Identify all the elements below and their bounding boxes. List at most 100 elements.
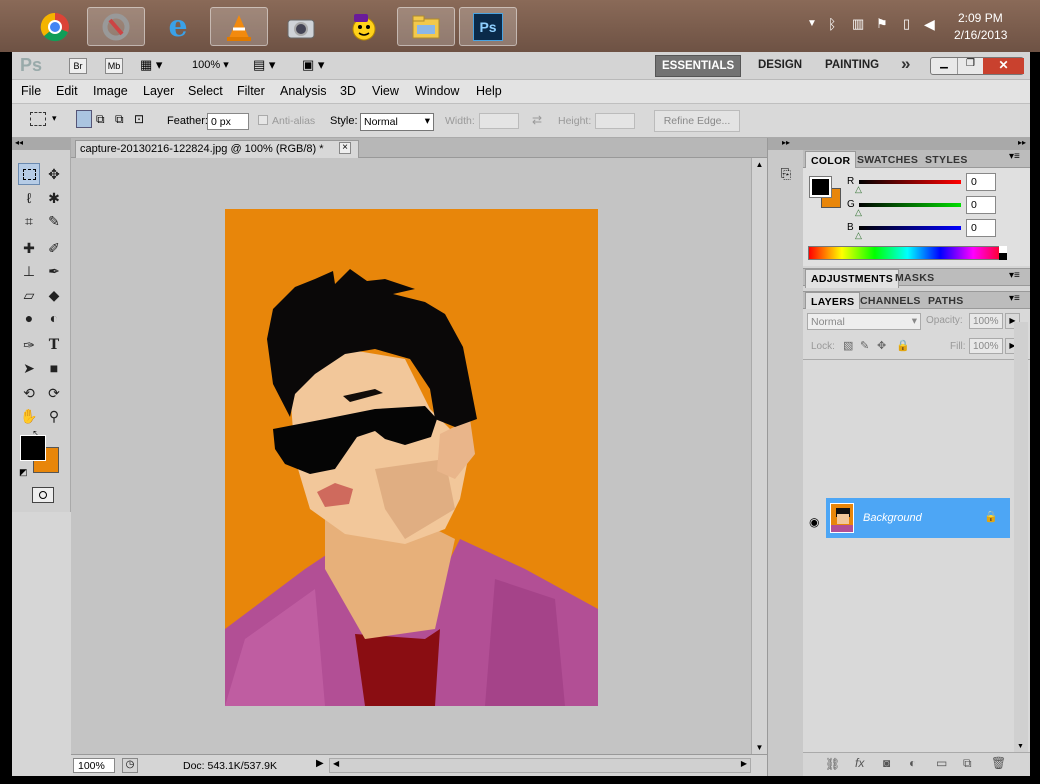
layer-row-background[interactable]: Background 🔒 xyxy=(826,498,1010,538)
close-document-button[interactable]: × xyxy=(339,142,351,154)
zoom-tool-icon[interactable]: ⚲ xyxy=(43,405,65,427)
minimize-button[interactable]: ▁ xyxy=(931,58,957,74)
fill-input[interactable]: 100% xyxy=(969,338,1003,354)
history-brush-tool-icon[interactable]: ✒ xyxy=(43,260,65,282)
dodge-tool-icon[interactable]: ◐ xyxy=(43,307,65,329)
add-mask-icon[interactable]: ◙ xyxy=(883,756,890,770)
type-tool-icon[interactable]: T xyxy=(43,334,65,356)
layer-name[interactable]: Background xyxy=(863,512,922,524)
crop-tool-icon[interactable]: ⌗ xyxy=(18,210,40,232)
status-menu-arrow-icon[interactable]: ▶ xyxy=(316,758,324,769)
chrome-icon[interactable] xyxy=(26,7,84,46)
channel-g-thumb-icon[interactable]: △ xyxy=(855,207,862,218)
layers-scroll-down-icon[interactable]: ▼ xyxy=(1017,743,1024,750)
channel-g-value[interactable]: 0 xyxy=(966,196,996,214)
screen-mode-button[interactable]: ▣ ▾ xyxy=(302,57,324,73)
menu-layer[interactable]: Layer xyxy=(143,84,174,98)
workspace-painting[interactable]: PAINTING xyxy=(819,55,885,75)
layers-menu-icon[interactable]: ▾≡ xyxy=(1009,293,1020,304)
channel-r-slider[interactable] xyxy=(859,180,961,184)
clock-date[interactable]: 2/16/2013 xyxy=(954,28,1007,42)
horizontal-scrollbar[interactable]: ◀ ▶ xyxy=(329,758,751,773)
clock-time[interactable]: 2:09 PM xyxy=(958,11,1003,25)
panel-menu-icon[interactable]: ▾≡ xyxy=(1009,151,1020,162)
new-group-icon[interactable]: ▭ xyxy=(936,756,947,770)
color-fg-swatch[interactable] xyxy=(809,176,832,198)
default-colors-icon[interactable]: ◩ xyxy=(19,467,28,478)
photoshop-taskbar-icon[interactable]: Ps xyxy=(459,7,517,46)
tab-masks[interactable]: MASKS xyxy=(890,269,939,287)
subtract-from-selection-button[interactable]: ⧉ xyxy=(115,112,124,127)
brush-tool-icon[interactable]: ✐ xyxy=(43,237,65,259)
delete-layer-icon[interactable]: 🗑 xyxy=(991,756,1006,770)
refine-edge-button[interactable]: Refine Edge... xyxy=(654,110,740,132)
vlc-icon[interactable] xyxy=(210,7,268,46)
layer-style-fx-icon[interactable]: fx xyxy=(855,756,864,770)
swap-dimensions-icon[interactable]: ⇄ xyxy=(532,113,542,127)
canvas-image[interactable] xyxy=(225,209,598,706)
network-error-icon[interactable]: ▥ xyxy=(852,16,864,32)
clone-stamp-tool-icon[interactable]: ⊥ xyxy=(18,260,40,282)
eyedropper-tool-icon[interactable]: ✎ xyxy=(43,210,65,232)
menu-select[interactable]: Select xyxy=(188,84,223,98)
vertical-scrollbar[interactable]: ▲ ▼ xyxy=(751,158,767,754)
channel-b-value[interactable]: 0 xyxy=(966,219,996,237)
tab-paths[interactable]: PATHS xyxy=(923,292,969,310)
new-selection-button[interactable] xyxy=(76,110,92,128)
action-center-icon[interactable]: ⚑ xyxy=(876,16,888,32)
tab-channels[interactable]: CHANNELS xyxy=(855,292,926,310)
feather-input[interactable] xyxy=(207,113,249,130)
zoom-level-dropdown[interactable]: 100% ▾ xyxy=(192,58,229,71)
internet-explorer-icon[interactable]: e xyxy=(149,7,207,46)
workspace-essentials[interactable]: ESSENTIALS xyxy=(655,55,742,77)
bridge-button[interactable]: Br xyxy=(69,58,87,74)
width-input[interactable] xyxy=(479,113,519,129)
scroll-up-icon[interactable]: ▲ xyxy=(752,160,767,169)
menu-edit[interactable]: Edit xyxy=(56,84,78,98)
lock-transparency-icon[interactable]: ▧ xyxy=(843,339,853,352)
hand-tool-icon[interactable]: ✋ xyxy=(18,405,40,427)
history-panel-icon[interactable]: ⎘ xyxy=(777,166,795,188)
adjustment-layer-icon[interactable]: ◐ xyxy=(909,756,916,770)
anti-alias-checkbox[interactable] xyxy=(258,115,268,125)
foreground-color-swatch[interactable] xyxy=(20,435,46,461)
new-layer-icon[interactable]: ⧉ xyxy=(963,756,972,771)
menu-filter[interactable]: Filter xyxy=(237,84,265,98)
menu-view[interactable]: View xyxy=(372,84,399,98)
workspace-design[interactable]: DESIGN xyxy=(752,55,808,75)
scroll-right-icon[interactable]: ▶ xyxy=(741,759,747,768)
menu-3d[interactable]: 3D xyxy=(340,84,356,98)
channel-r-value[interactable]: 0 xyxy=(966,173,996,191)
tab-styles[interactable]: STYLES xyxy=(920,151,973,169)
toolbox-collapse-icon[interactable]: ◂◂ xyxy=(12,138,71,150)
app-icon[interactable] xyxy=(87,7,145,46)
3d-rotate-tool-icon[interactable]: ⟲ xyxy=(18,382,40,404)
rectangular-marquee-tool-icon[interactable] xyxy=(18,163,40,185)
height-input[interactable] xyxy=(595,113,635,129)
magic-wand-tool-icon[interactable]: ✱ xyxy=(43,187,65,209)
tool-preset-arrow-icon[interactable]: ▾ xyxy=(52,113,57,124)
rectangle-tool-icon[interactable]: ■ xyxy=(43,357,65,379)
close-window-button[interactable]: ✕ xyxy=(983,58,1024,74)
channel-r-thumb-icon[interactable]: △ xyxy=(855,184,862,195)
lock-pixels-icon[interactable]: ✎ xyxy=(860,339,869,352)
link-layers-icon[interactable]: ⛓ xyxy=(825,757,840,771)
tool-preset-picker[interactable] xyxy=(30,112,46,126)
quick-mask-icon[interactable] xyxy=(32,487,54,503)
channel-b-slider[interactable] xyxy=(859,226,961,230)
menu-file[interactable]: File xyxy=(21,84,41,98)
menu-window[interactable]: Window xyxy=(415,84,459,98)
restore-button[interactable]: ❐ xyxy=(957,58,983,74)
blend-mode-select[interactable]: Normal ▾ xyxy=(807,313,921,330)
more-workspaces-button[interactable]: » xyxy=(901,54,910,74)
channel-g-slider[interactable] xyxy=(859,203,961,207)
status-clock-icon[interactable]: ◷ xyxy=(122,758,138,773)
menu-image[interactable]: Image xyxy=(93,84,128,98)
channel-b-thumb-icon[interactable]: △ xyxy=(855,230,862,241)
document-tab[interactable]: capture-20130216-122824.jpg @ 100% (RGB/… xyxy=(75,140,359,158)
doc-size-info[interactable]: Doc: 543.1K/537.9K xyxy=(183,760,277,772)
move-tool-icon[interactable]: ✥ xyxy=(43,163,65,185)
mini-bridge-button[interactable]: Mb xyxy=(105,58,123,74)
add-to-selection-button[interactable]: ⧉ xyxy=(96,112,105,127)
tray-chevron-icon[interactable]: ▼ xyxy=(807,18,817,29)
